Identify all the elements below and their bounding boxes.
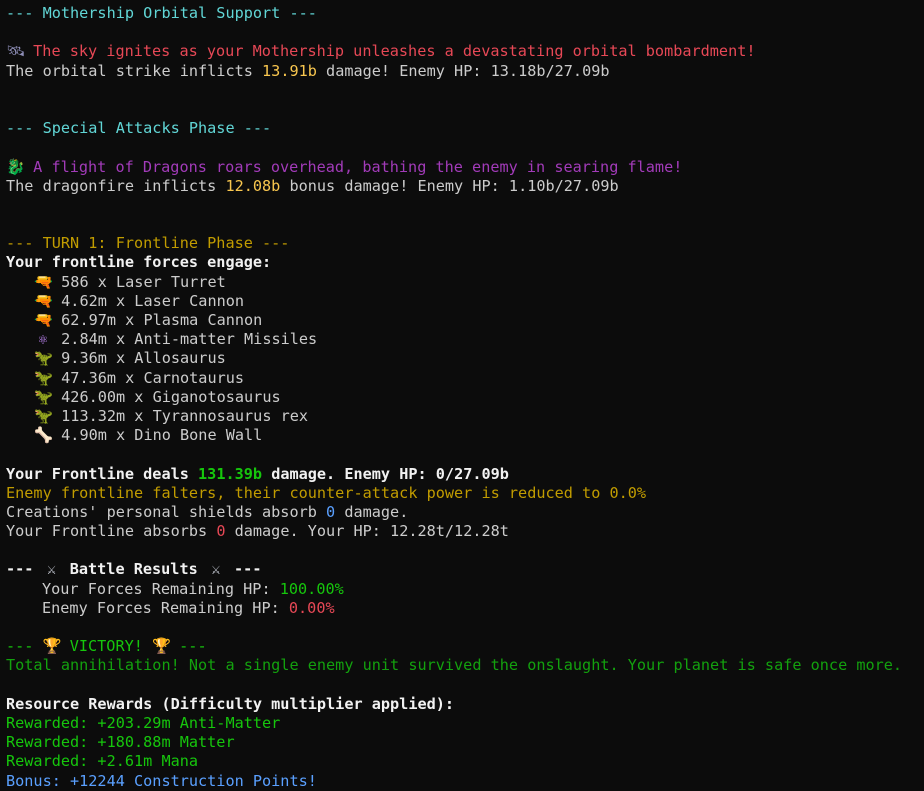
unit-row: 🦴 4.90m x Dino Bone Wall bbox=[34, 426, 263, 445]
reward-line: Rewarded: +203.29m Anti-Matter bbox=[6, 713, 281, 732]
satellite-icon: 🛰 bbox=[6, 42, 26, 61]
your-forces-hp-value: 100.00% bbox=[279, 579, 344, 598]
laser-gun-icon: 🔫 bbox=[34, 291, 53, 310]
dragon-icon: 🐉 bbox=[6, 157, 25, 176]
atom-icon: ⚛ bbox=[38, 330, 48, 349]
dinosaur-icon: 🦖 bbox=[34, 387, 53, 406]
orbital-flavor-line: 🛰 The sky ignites as your Mothership unl… bbox=[6, 42, 918, 61]
orbital-flavor-text: The sky ignites as your Mothership unlea… bbox=[33, 42, 756, 61]
battle-results-header: --- ⚔ Battle Results ⚔ --- bbox=[6, 560, 262, 579]
special-damage-line: The dragonfire inflicts 12.08b bonus dam… bbox=[6, 176, 619, 195]
your-forces-hp-line: Your Forces Remaining HP: 100.00% bbox=[42, 579, 344, 598]
bone-icon: 🦴 bbox=[34, 426, 53, 445]
rewards-header: Resource Rewards (Difficulty multiplier … bbox=[6, 694, 455, 713]
unit-row: 🦖 113.32m x Tyrannosaurus rex bbox=[34, 406, 309, 425]
dinosaur-icon: 🦖 bbox=[34, 406, 53, 425]
victory-message: Total annihilation! Not a single enemy u… bbox=[6, 656, 903, 675]
special-flavor-line: 🐉 A flight of Dragons roars overhead, ba… bbox=[6, 158, 918, 177]
frontline-intro: Your frontline forces engage: bbox=[6, 253, 272, 272]
frontline-falter-line: Enemy frontline falters, their counter-a… bbox=[6, 483, 647, 502]
unit-row: 🔫 4.62m x Laser Cannon bbox=[34, 291, 245, 310]
enemy-forces-hp-value: 0.00% bbox=[288, 598, 335, 617]
orbital-damage-line: The orbital strike inflicts 13.91b damag… bbox=[6, 61, 610, 80]
victory-header: --- 🏆 VICTORY! 🏆 --- bbox=[6, 637, 207, 656]
unit-row: ⚛ 2.84m x Anti-matter Missiles bbox=[6, 330, 918, 349]
terminal-output: --- Mothership Orbital Support --- 🛰 The… bbox=[0, 0, 924, 791]
shield-absorb-value: 0 bbox=[326, 502, 336, 521]
enemy-forces-hp-line: Enemy Forces Remaining HP: 0.00% bbox=[42, 598, 335, 617]
unit-row: 🦖 426.00m x Giganotosaurus bbox=[34, 387, 281, 406]
frontline-absorb-line: Your Frontline absorbs 0 damage. Your HP… bbox=[6, 522, 509, 541]
crossed-swords-icon: ⚔ bbox=[47, 560, 57, 579]
frontline-deals-value: 131.39b bbox=[198, 464, 263, 483]
bonus-line: Bonus: +12244 Construction Points! bbox=[6, 771, 317, 790]
unit-row: 🦖 9.36m x Allosaurus bbox=[34, 349, 226, 368]
crossed-swords-icon: ⚔ bbox=[211, 560, 221, 579]
dinosaur-icon: 🦖 bbox=[34, 368, 53, 387]
orbital-damage-value: 13.91b bbox=[262, 61, 317, 80]
trophy-icon: 🏆 bbox=[42, 637, 62, 656]
laser-gun-icon: 🔫 bbox=[34, 272, 53, 291]
special-header: --- Special Attacks Phase --- bbox=[6, 119, 272, 138]
dinosaur-icon: 🦖 bbox=[34, 349, 53, 368]
unit-row: 🔫 62.97m x Plasma Cannon bbox=[34, 311, 263, 329]
special-damage-value: 12.08b bbox=[225, 176, 281, 195]
frontline-deals-line: Your Frontline deals 131.39b damage. Ene… bbox=[6, 464, 509, 483]
shield-absorb-line: Creations' personal shields absorb 0 dam… bbox=[6, 502, 409, 521]
unit-row: 🦖 47.36m x Carnotaurus bbox=[34, 368, 245, 387]
unit-row: 🔫 586 x Laser Turret bbox=[34, 272, 226, 291]
trophy-icon: 🏆 bbox=[152, 637, 171, 656]
reward-line: Rewarded: +180.88m Matter bbox=[6, 733, 235, 752]
reward-line: Rewarded: +2.61m Mana bbox=[6, 752, 199, 771]
special-flavor-text: A flight of Dragons roars overhead, bath… bbox=[33, 157, 683, 176]
orbital-header: --- Mothership Orbital Support --- bbox=[6, 4, 317, 22]
frontline-header: --- TURN 1: Frontline Phase --- bbox=[6, 234, 290, 253]
laser-gun-icon: 🔫 bbox=[34, 311, 53, 329]
